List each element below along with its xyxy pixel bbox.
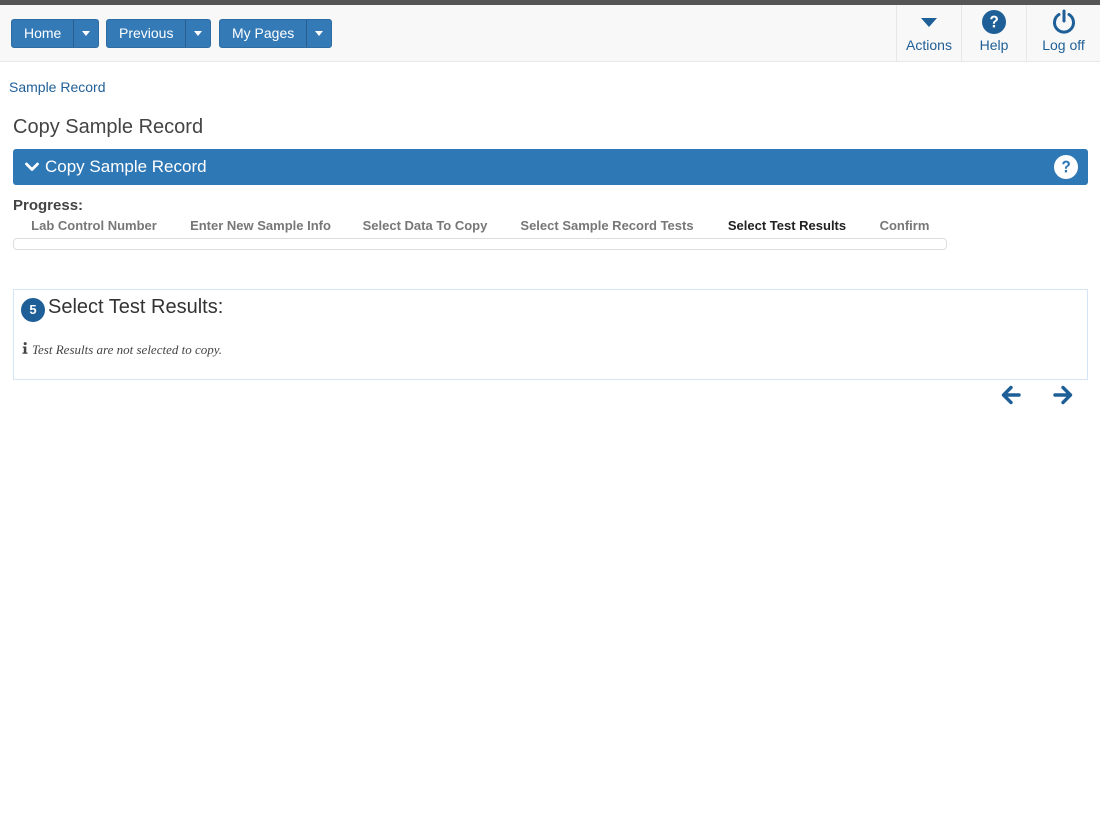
home-button[interactable]: Home bbox=[12, 20, 75, 47]
info-icon bbox=[22, 341, 28, 359]
page-title: Copy Sample Record bbox=[13, 116, 204, 138]
panel-header-title: Copy Sample Record bbox=[45, 157, 207, 176]
progress-bar bbox=[13, 238, 947, 250]
section-title: Select Test Results: bbox=[48, 296, 224, 318]
caret-down-icon bbox=[82, 31, 91, 36]
next-button[interactable] bbox=[1051, 385, 1075, 409]
step-select-data-to-copy: Select Data To Copy bbox=[362, 218, 488, 233]
previous-button[interactable]: Previous bbox=[107, 20, 187, 47]
info-text: Test Results are not selected to copy. bbox=[32, 342, 223, 357]
breadcrumb-sample-record[interactable]: Sample Record bbox=[9, 79, 106, 95]
step-lab-control-number: Lab Control Number bbox=[31, 218, 157, 233]
help-label: Help bbox=[979, 37, 1009, 53]
help-menu[interactable]: Help bbox=[961, 5, 1026, 62]
log-off-menu[interactable]: Log off bbox=[1026, 5, 1100, 62]
progress-steps: Lab Control Number Enter New Sample Info… bbox=[14, 218, 946, 236]
caret-down-icon bbox=[920, 9, 938, 35]
step-enter-new-sample-info: Enter New Sample Info bbox=[190, 218, 331, 233]
arrow-right-icon bbox=[1053, 385, 1073, 410]
my-pages-dropdown-toggle[interactable] bbox=[307, 20, 331, 47]
arrow-left-icon bbox=[1001, 385, 1021, 410]
progress-label: Progress: bbox=[13, 197, 84, 214]
actions-menu[interactable]: Actions bbox=[896, 5, 961, 62]
step-confirm: Confirm bbox=[879, 218, 930, 233]
step-number-badge: 5 bbox=[21, 298, 45, 322]
caret-down-icon bbox=[315, 31, 324, 36]
right-nav: Actions Help Log off bbox=[896, 5, 1100, 62]
home-dropdown-toggle[interactable] bbox=[74, 20, 98, 47]
actions-label: Actions bbox=[906, 37, 952, 53]
question-circle-icon bbox=[982, 9, 1006, 35]
question-circle-icon[interactable] bbox=[1054, 155, 1078, 184]
previous-dropdown-toggle[interactable] bbox=[186, 20, 210, 47]
log-off-label: Log off bbox=[1042, 37, 1085, 53]
info-message: Test Results are not selected to copy. bbox=[22, 341, 222, 359]
top-navbar: Home Previous My Pages Actions Help Log … bbox=[0, 5, 1100, 62]
chevron-down-icon bbox=[25, 162, 39, 172]
step-select-sample-record-tests: Select Sample Record Tests bbox=[520, 218, 694, 233]
back-button[interactable] bbox=[999, 385, 1023, 409]
previous-button-group: Previous bbox=[106, 19, 212, 48]
step-select-test-results: Select Test Results bbox=[727, 218, 847, 233]
wizard-step-panel: 5 Select Test Results: Test Results are … bbox=[13, 289, 1088, 380]
power-icon bbox=[1051, 9, 1077, 35]
panel-header[interactable]: Copy Sample Record bbox=[13, 149, 1088, 185]
my-pages-button-group: My Pages bbox=[219, 19, 333, 48]
caret-down-icon bbox=[194, 31, 203, 36]
home-button-group: Home bbox=[11, 19, 100, 48]
my-pages-button[interactable]: My Pages bbox=[220, 20, 308, 47]
